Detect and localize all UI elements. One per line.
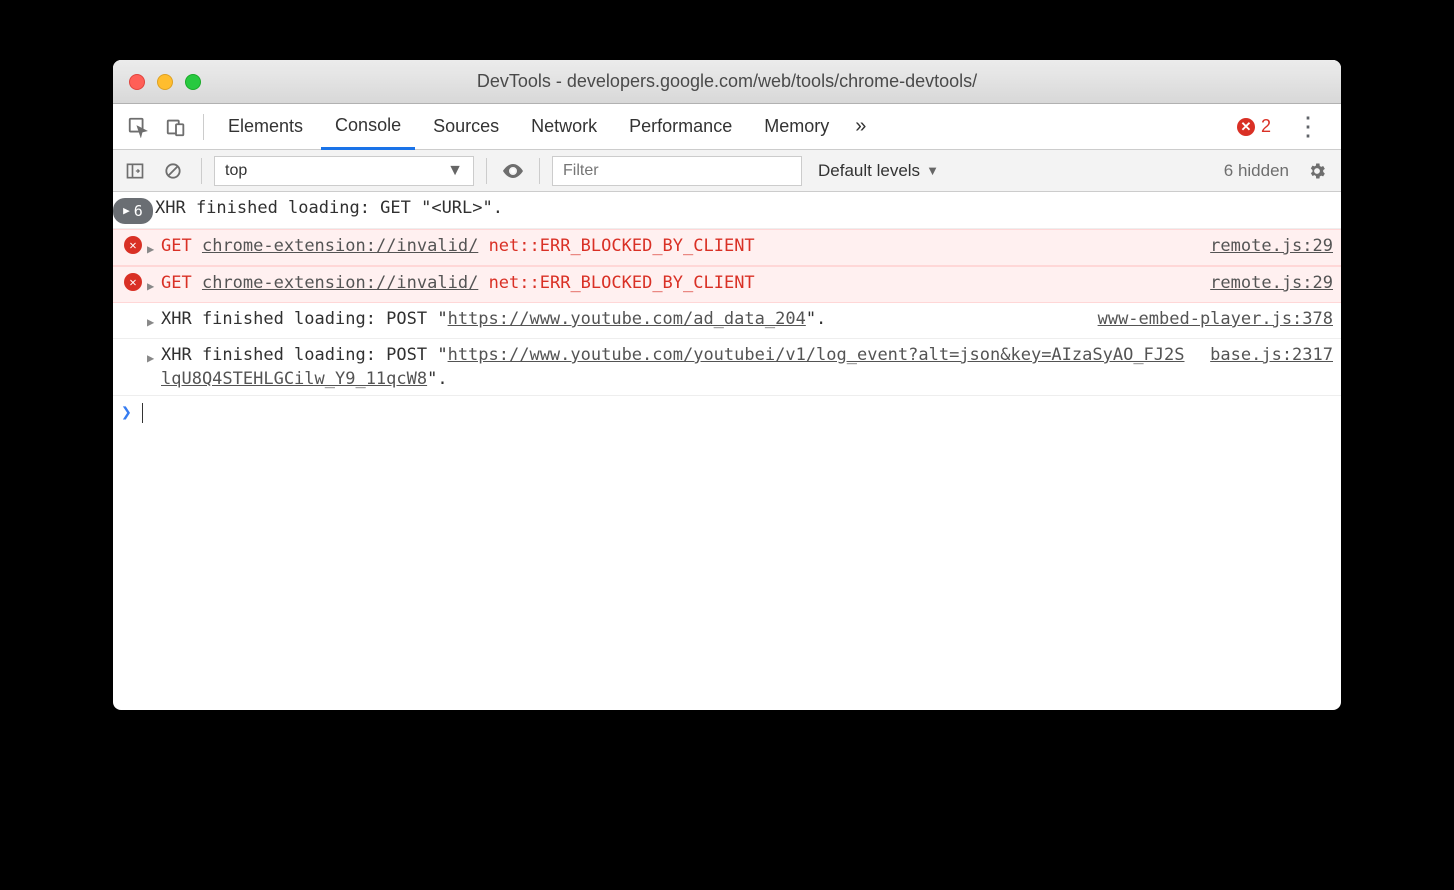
levels-label: Default levels — [818, 161, 920, 181]
message-text: XHR finished loading: POST "https://www.… — [161, 307, 1082, 331]
console-settings-icon[interactable] — [1303, 157, 1331, 185]
message-text: XHR finished loading: GET "<URL>". — [147, 196, 1333, 220]
disclosure-icon[interactable]: ▶ — [147, 234, 161, 261]
context-value: top — [225, 162, 247, 180]
separator — [486, 158, 487, 184]
tab-sources[interactable]: Sources — [419, 104, 513, 150]
console-error-message[interactable]: ✕ ▶ GET chrome-extension://invalid/ net:… — [113, 229, 1341, 266]
tab-network[interactable]: Network — [517, 104, 611, 150]
filter-input[interactable] — [552, 156, 802, 186]
separator — [539, 158, 540, 184]
main-tabbar: Elements Console Sources Network Perform… — [113, 104, 1341, 150]
dropdown-icon: ▼ — [926, 163, 939, 178]
clear-console-icon[interactable] — [157, 155, 189, 187]
error-icon: ✕ — [124, 236, 142, 254]
disclosure-icon[interactable]: ▶ — [147, 271, 161, 298]
console-message-group[interactable]: ▶6 XHR finished loading: GET "<URL>". — [113, 192, 1341, 229]
console-toolbar: top ▼ Default levels ▼ 6 hidden — [113, 150, 1341, 192]
window-title: DevTools - developers.google.com/web/too… — [113, 71, 1341, 92]
error-count-badge[interactable]: ✕ 2 — [1229, 116, 1279, 137]
tab-performance[interactable]: Performance — [615, 104, 746, 150]
source-link[interactable]: base.js:2317 — [1210, 343, 1333, 367]
device-toolbar-icon[interactable] — [159, 110, 193, 144]
zoom-window-button[interactable] — [185, 74, 201, 90]
source-link[interactable]: www-embed-player.js:378 — [1098, 307, 1333, 331]
error-count-text: 2 — [1261, 116, 1271, 137]
console-log-message[interactable]: ▶ XHR finished loading: POST "https://ww… — [113, 303, 1341, 339]
disclosure-icon[interactable]: ▶ — [147, 343, 161, 370]
show-console-sidebar-icon[interactable] — [119, 155, 151, 187]
message-text: GET chrome-extension://invalid/ net::ERR… — [161, 234, 1194, 258]
log-levels-selector[interactable]: Default levels ▼ — [808, 161, 949, 181]
traffic-lights — [129, 74, 201, 90]
tab-memory[interactable]: Memory — [750, 104, 843, 150]
hidden-messages-label[interactable]: 6 hidden — [1216, 161, 1297, 181]
live-expression-icon[interactable] — [499, 157, 527, 185]
separator — [203, 114, 204, 140]
prompt-icon: ❯ — [121, 402, 132, 423]
console-error-message[interactable]: ✕ ▶ GET chrome-extension://invalid/ net:… — [113, 266, 1341, 303]
message-text: XHR finished loading: POST "https://www.… — [161, 343, 1194, 391]
disclosure-icon[interactable]: ▶ — [147, 307, 161, 334]
context-selector[interactable]: top ▼ — [214, 156, 474, 186]
error-icon: ✕ — [1237, 118, 1255, 136]
source-link[interactable]: remote.js:29 — [1210, 234, 1333, 258]
console-prompt[interactable]: ❯ — [113, 396, 1341, 429]
cursor — [142, 403, 143, 423]
main-menu-button[interactable]: ⋮ — [1283, 111, 1333, 142]
separator — [201, 158, 202, 184]
tab-elements[interactable]: Elements — [214, 104, 317, 150]
dropdown-icon: ▼ — [447, 162, 463, 180]
group-badge: ▶6 — [119, 196, 147, 224]
tabs-overflow-button[interactable]: » — [847, 104, 874, 150]
inspect-element-icon[interactable] — [121, 110, 155, 144]
source-link[interactable]: remote.js:29 — [1210, 271, 1333, 295]
tab-console[interactable]: Console — [321, 104, 415, 150]
message-text: GET chrome-extension://invalid/ net::ERR… — [161, 271, 1194, 295]
titlebar: DevTools - developers.google.com/web/too… — [113, 60, 1341, 104]
devtools-window: DevTools - developers.google.com/web/too… — [113, 60, 1341, 710]
close-window-button[interactable] — [129, 74, 145, 90]
minimize-window-button[interactable] — [157, 74, 173, 90]
error-icon: ✕ — [124, 273, 142, 291]
console-log-message[interactable]: ▶ XHR finished loading: POST "https://ww… — [113, 339, 1341, 396]
console-output: ▶6 XHR finished loading: GET "<URL>". ✕ … — [113, 192, 1341, 710]
